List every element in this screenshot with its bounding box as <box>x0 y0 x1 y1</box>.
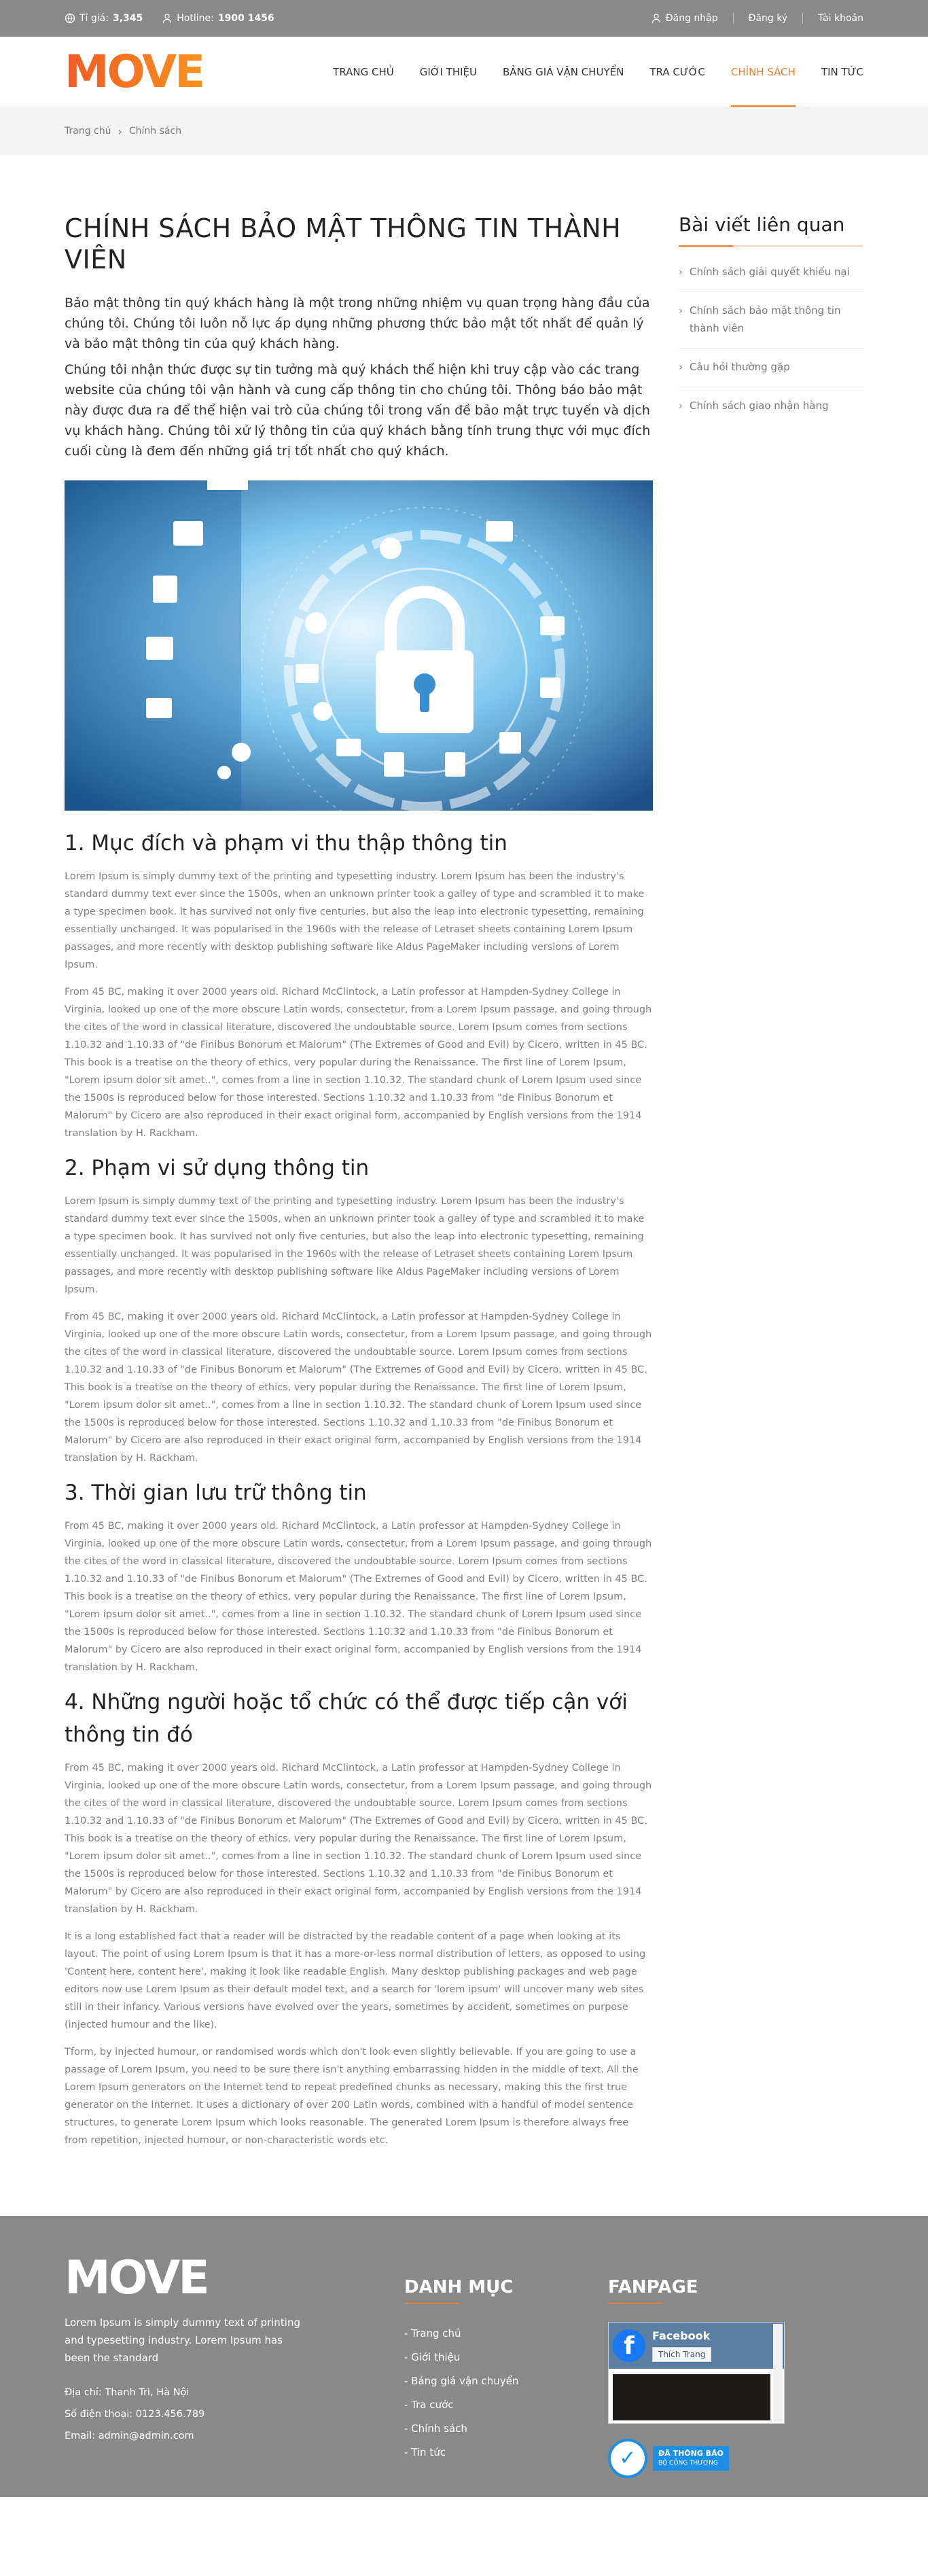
footer-link-news[interactable]: - Tin tức <box>404 2441 608 2465</box>
intro-paragraph-2: Chúng tôi nhận thức được sự tin tưởng mà… <box>65 362 651 459</box>
site-logo[interactable]: MOVE <box>65 46 248 98</box>
section-1-paragraph: From 45 BC, making it over 2000 years ol… <box>65 987 652 1140</box>
related-post-label: Câu hỏi thường gặp <box>690 361 790 373</box>
footer-about: MOVE Lorem Ipsum is simply dummy text of… <box>65 2251 404 2478</box>
login-link[interactable]: Đăng nhập <box>636 13 733 24</box>
site-header: MOVE TRANG CHỦ GIỚI THIỆU BẢNG GIÁ VẬN C… <box>0 37 928 107</box>
widget-scrollbar[interactable] <box>773 2324 783 2422</box>
exchange-rate: Tỉ giá: 3,345 <box>65 13 143 24</box>
footer-email: Email: admin@admin.com <box>65 2431 194 2442</box>
facebook-post-preview <box>613 2374 770 2421</box>
section-1-title: 1. Mục đích và phạm vi thu thập thông ti… <box>65 831 507 856</box>
facebook-icon: f <box>613 2329 645 2363</box>
chevron-right-icon: › <box>118 124 122 138</box>
badge-title: ĐÃ THÔNG BÁO <box>658 2449 724 2458</box>
section-3-title: 3. Thời gian lưu trữ thông tin <box>65 1481 367 1506</box>
register-link[interactable]: Đăng ký <box>732 13 803 24</box>
rate-label: Tỉ giá: <box>79 13 109 24</box>
nav-tracking[interactable]: TRA CƯỚC <box>649 37 705 107</box>
hotline-label: Hotline: <box>177 13 214 24</box>
checkmark-icon: ✓ <box>608 2439 647 2479</box>
login-label: Đăng nhập <box>665 13 718 24</box>
breadcrumb-current: Chính sách <box>128 126 182 137</box>
sidebar-title: Bài viết liên quan <box>679 213 863 247</box>
related-post-link[interactable]: › Chính sách giao nhận hàng <box>679 387 863 425</box>
related-post-label: Chính sách bảo mật thông tin thành viên <box>690 304 841 334</box>
section-2-paragraph: Lorem Ipsum is simply dummy text of the … <box>65 1196 645 1296</box>
footer-menu-title: DANH MỤC <box>404 2254 608 2305</box>
registered-badge[interactable]: ✓ ĐÃ THÔNG BÁO BỘ CÔNG THƯƠNG <box>608 2439 785 2479</box>
footer-link-home[interactable]: - Trang chủ <box>404 2322 608 2346</box>
facebook-like-button[interactable]: Thích Trang <box>652 2347 712 2363</box>
copyright: All rights reserved 2023 <box>0 2523 928 2576</box>
related-post-link[interactable]: › Chính sách bảo mật thông tin thành viê… <box>679 292 863 349</box>
footer-fanpage-title: FANPAGE <box>608 2254 785 2305</box>
section-1-paragraph: Lorem Ipsum is simply dummy text of the … <box>65 871 645 971</box>
related-post-label: Chính sách giải quyết khiếu nại <box>690 266 850 278</box>
facebook-page-name: Facebook <box>652 2329 711 2343</box>
chevron-right-icon: › <box>679 400 683 412</box>
nav-policy[interactable]: CHÍNH SÁCH <box>730 37 796 107</box>
security-lock-image <box>65 480 653 811</box>
nav-pricing[interactable]: BẢNG GIÁ VẬN CHUYỂN <box>503 37 624 107</box>
svg-text:MOVE: MOVE <box>65 2254 208 2299</box>
section-4-paragraph: It is a long established fact that a rea… <box>65 1931 646 2031</box>
section-2-title: 2. Phạm vi sử dụng thông tin <box>65 1156 370 1181</box>
chevron-right-icon: › <box>679 304 683 317</box>
intro-paragraph-1: Bảo mật thông tin quý khách hàng là một … <box>65 296 650 352</box>
main-area: CHÍNH SÁCH BẢO MẬT THÔNG TIN THÀNH VIÊN … <box>65 155 863 2159</box>
main-nav: TRANG CHỦ GIỚI THIỆU BẢNG GIÁ VẬN CHUYỂN… <box>307 37 863 107</box>
breadcrumb: Trang chủ › Chính sách <box>65 107 863 155</box>
footer-menu: DANH MỤC - Trang chủ - Giới thiệu - Bảng… <box>404 2254 608 2478</box>
footer-address: Địa chỉ: Thanh Trì, Hà Nội <box>65 2387 190 2399</box>
move-logo: MOVE <box>65 46 205 98</box>
nav-home[interactable]: TRANG CHỦ <box>333 37 394 107</box>
related-post-label: Chính sách giao nhận hàng <box>690 400 829 412</box>
footer-link-tracking[interactable]: - Tra cước <box>404 2393 608 2417</box>
footer-link-policy[interactable]: - Chính sách <box>404 2417 608 2441</box>
top-bar: Tỉ giá: 3,345 Hotline: 1900 1456 Đăng nh… <box>0 0 928 37</box>
section-3-paragraph: From 45 BC, making it over 2000 years ol… <box>65 1521 652 1674</box>
footer-description: Lorem Ipsum is simply dummy text of prin… <box>65 2316 300 2365</box>
svg-text:MOVE: MOVE <box>65 49 203 92</box>
globe-icon <box>65 13 75 24</box>
badge-subtitle: BỘ CÔNG THƯƠNG <box>658 2460 718 2467</box>
section-4-title: 4. Những người hoặc tổ chức có thể được … <box>65 1690 628 1748</box>
footer-logo: MOVE <box>65 2251 210 2305</box>
footer-link-about[interactable]: - Giới thiệu <box>404 2346 608 2369</box>
nav-news[interactable]: TIN TỨC <box>821 37 863 107</box>
breadcrumb-bar: Trang chủ › Chính sách <box>0 107 928 155</box>
user-phone-icon <box>163 14 172 24</box>
footer-fanpage: FANPAGE f Facebook Thích Trang ✓ ĐÃ THÔN… <box>608 2254 785 2479</box>
hotline-value: 1900 1456 <box>217 13 274 24</box>
footer-link-pricing[interactable]: - Bảng giá vận chuyển <box>404 2369 608 2393</box>
chevron-right-icon: › <box>679 361 683 373</box>
footer-phone: Số điện thoại: 0123.456.789 <box>65 2409 205 2420</box>
rate-value: 3,345 <box>112 13 143 24</box>
breadcrumb-home[interactable]: Trang chủ <box>65 126 111 137</box>
chevron-right-icon: › <box>679 266 683 278</box>
site-footer: MOVE Lorem Ipsum is simply dummy text of… <box>0 2216 928 2556</box>
related-posts-sidebar: Bài viết liên quan › Chính sách giải quy… <box>679 213 863 2159</box>
section-4-paragraph: From 45 BC, making it over 2000 years ol… <box>65 1763 652 1916</box>
section-2-paragraph: From 45 BC, making it over 2000 years ol… <box>65 1311 652 1464</box>
account-link[interactable]: Tài khoản <box>802 13 863 24</box>
nav-about[interactable]: GIỚI THIỆU <box>420 37 477 107</box>
facebook-page-widget[interactable]: f Facebook Thích Trang <box>608 2322 785 2424</box>
related-post-link[interactable]: › Chính sách giải quyết khiếu nại <box>679 253 863 292</box>
hotline[interactable]: Hotline: 1900 1456 <box>162 13 274 24</box>
article: CHÍNH SÁCH BẢO MẬT THÔNG TIN THÀNH VIÊN … <box>65 213 653 2159</box>
user-icon <box>652 14 660 24</box>
related-post-link[interactable]: › Câu hỏi thường gặp <box>679 349 863 387</box>
section-4-paragraph: Tform, by injected humour, or randomised… <box>65 2047 639 2147</box>
page-title: CHÍNH SÁCH BẢO MẬT THÔNG TIN THÀNH VIÊN <box>65 213 622 275</box>
